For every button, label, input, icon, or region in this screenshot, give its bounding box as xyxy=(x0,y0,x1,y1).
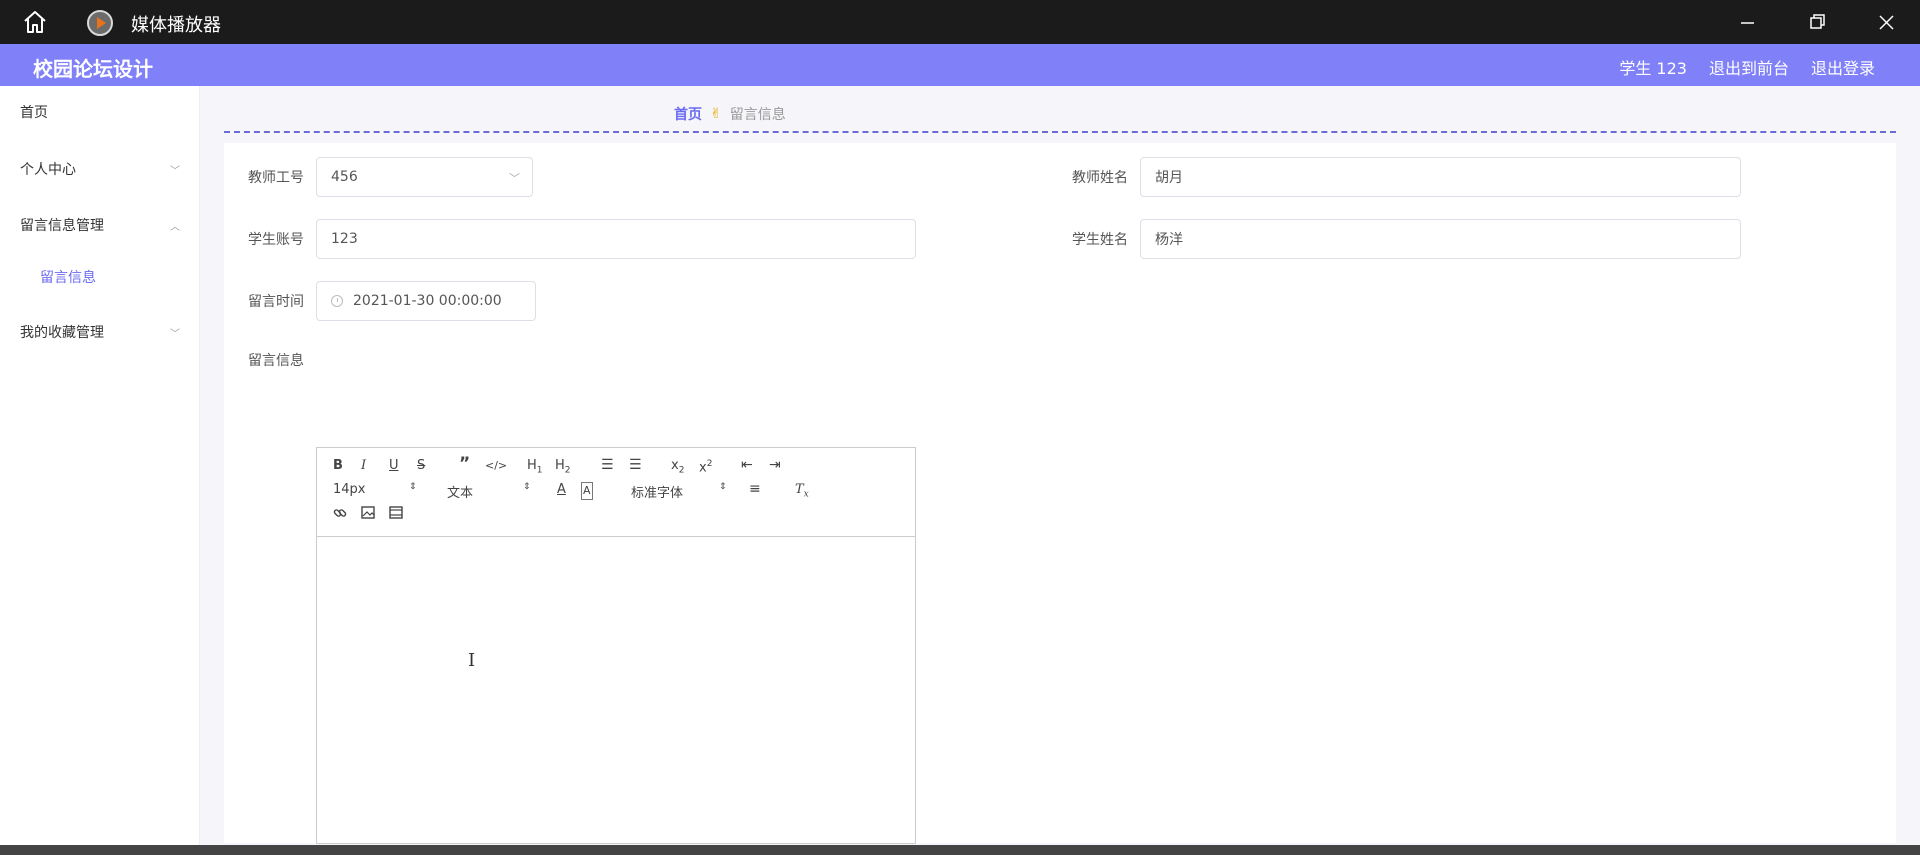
sidebar-item-favorites-management[interactable]: 我的收藏管理 ﹀ xyxy=(20,322,180,342)
window-titlebar: 媒体播放器 xyxy=(0,0,1920,44)
restore-icon[interactable] xyxy=(1802,8,1832,36)
image-icon[interactable] xyxy=(361,506,375,524)
sidebar-item-label: 留言信息管理 xyxy=(20,218,104,234)
sidebar-item-personal-center[interactable]: 个人中心 ﹀ xyxy=(20,159,180,179)
teacher-name-label: 教师姓名 xyxy=(1072,170,1128,186)
message-time-value: 2021-01-30 00:00:00 xyxy=(353,293,502,309)
student-account-label: 学生账号 xyxy=(248,232,304,248)
sidebar: 首页 个人中心 ﹀ 留言信息管理 ︿ 留言信息 我的收藏管理 ﹀ xyxy=(0,86,200,845)
home-icon[interactable] xyxy=(22,10,48,34)
block-format-select[interactable]: 文本 ⇕ xyxy=(447,482,531,501)
background-color-icon[interactable]: A xyxy=(581,482,593,500)
site-title: 校园论坛设计 xyxy=(33,57,153,81)
chevron-down-icon: ﹀ xyxy=(170,165,180,177)
teacher-name-value: 胡月 xyxy=(1155,170,1183,186)
breadcrumb-current: 留言信息 xyxy=(729,107,786,123)
taskbar-strip xyxy=(0,845,1920,855)
message-time-picker[interactable]: 2021-01-30 00:00:00 xyxy=(316,281,536,321)
student-account-field[interactable]: 123 xyxy=(316,219,916,259)
sidebar-item-label: 个人中心 xyxy=(20,162,76,178)
underline-icon[interactable]: U xyxy=(389,458,399,474)
divider xyxy=(224,131,1896,133)
user-label: 学生 123 xyxy=(1619,59,1687,78)
breadcrumb-home[interactable]: 首页 xyxy=(674,104,702,124)
message-time-label: 留言时间 xyxy=(248,294,304,310)
superscript-icon[interactable]: x2 xyxy=(699,456,712,476)
app-header: 校园论坛设计 学生 123 退出到前台 退出登录 xyxy=(0,44,1920,86)
sidebar-item-label: 首页 xyxy=(20,105,48,121)
chevron-down-icon: ﹀ xyxy=(170,328,180,340)
outdent-icon[interactable]: ⇤ xyxy=(741,457,753,473)
student-name-value: 杨洋 xyxy=(1155,232,1183,248)
message-label: 留言信息 xyxy=(248,353,304,369)
header-2-icon[interactable]: H2 xyxy=(555,458,571,479)
align-icon[interactable]: ≡ xyxy=(749,481,761,497)
teacher-id-label: 教师工号 xyxy=(248,170,304,186)
select-caret-icon: ⇕ xyxy=(719,482,727,492)
text-cursor-icon: I xyxy=(468,650,476,671)
editor-content-area[interactable]: I xyxy=(317,537,915,843)
message-form: 教师工号 456 ﹀ 教师姓名 胡月 学生账号 123 学生姓名 杨洋 留言时间… xyxy=(224,143,1896,855)
font-size-select[interactable]: 14px ⇕ xyxy=(333,482,417,500)
indent-icon[interactable]: ⇥ xyxy=(769,457,781,473)
window-title: 媒体播放器 xyxy=(131,15,221,36)
italic-icon[interactable]: I xyxy=(361,458,366,474)
font-family-value: 标准字体 xyxy=(631,486,684,501)
code-block-icon[interactable]: </> xyxy=(485,458,507,474)
exit-to-front-link[interactable]: 退出到前台 xyxy=(1709,55,1789,79)
hand-icon: ✌ xyxy=(710,106,722,122)
sidebar-item-label: 我的收藏管理 xyxy=(20,325,104,341)
blockquote-icon[interactable]: ” xyxy=(459,456,470,473)
clear-format-icon[interactable]: Tx xyxy=(795,482,809,503)
media-player-icon xyxy=(87,10,113,36)
header-1-icon[interactable]: H1 xyxy=(527,458,543,479)
student-account-value: 123 xyxy=(331,231,358,247)
text-color-icon[interactable]: A xyxy=(557,482,566,498)
teacher-id-select[interactable]: 456 ﹀ xyxy=(316,157,533,197)
block-format-value: 文本 xyxy=(447,486,474,501)
video-icon[interactable] xyxy=(389,506,403,524)
rich-text-editor: B I U S ” </> H1 H2 ☰ ☰ x2 x2 ⇤ ⇥ 14px ⇕ xyxy=(316,447,916,844)
teacher-id-value: 456 xyxy=(331,169,358,185)
sidebar-item-message-management[interactable]: 留言信息管理 ︿ xyxy=(20,215,180,235)
select-caret-icon: ⇕ xyxy=(523,482,531,492)
main-content: 首页 ✌ 留言信息 教师工号 456 ﹀ 教师姓名 胡月 学生账号 123 学生… xyxy=(200,86,1920,855)
header-actions: 学生 123 退出到前台 退出登录 xyxy=(1619,55,1875,79)
logout-link[interactable]: 退出登录 xyxy=(1811,55,1875,79)
chevron-down-icon: ﹀ xyxy=(509,172,520,185)
ordered-list-icon[interactable]: ☰ xyxy=(601,457,614,473)
font-size-value: 14px xyxy=(333,482,366,497)
editor-toolbar: B I U S ” </> H1 H2 ☰ ☰ x2 x2 ⇤ ⇥ 14px ⇕ xyxy=(317,448,915,537)
bullet-list-icon[interactable]: ☰ xyxy=(629,457,642,473)
teacher-name-field[interactable]: 胡月 xyxy=(1140,157,1741,197)
sidebar-item-home[interactable]: 首页 xyxy=(20,102,180,122)
chevron-up-icon: ︿ xyxy=(170,221,180,233)
close-icon[interactable] xyxy=(1871,8,1901,36)
breadcrumb: 首页 ✌ 留言信息 xyxy=(674,104,786,124)
clock-icon xyxy=(331,295,343,307)
student-name-field[interactable]: 杨洋 xyxy=(1140,219,1741,259)
subscript-icon[interactable]: x2 xyxy=(671,458,684,479)
minimize-icon[interactable] xyxy=(1732,8,1762,36)
font-family-select[interactable]: 标准字体 ⇕ xyxy=(631,482,727,501)
strikethrough-icon[interactable]: S xyxy=(417,458,425,474)
sidebar-subitem-message-info[interactable]: 留言信息 xyxy=(40,267,96,287)
bold-icon[interactable]: B xyxy=(333,458,343,474)
student-name-label: 学生姓名 xyxy=(1072,232,1128,248)
link-icon[interactable] xyxy=(333,506,347,525)
select-caret-icon: ⇕ xyxy=(409,482,417,492)
